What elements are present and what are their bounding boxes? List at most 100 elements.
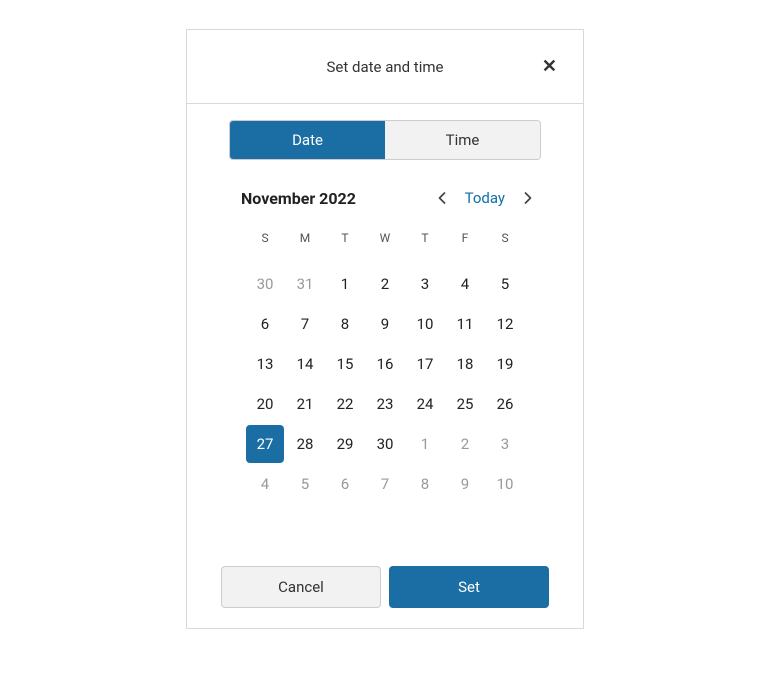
calendar-day[interactable]: 12: [485, 304, 525, 344]
calendar-day[interactable]: 10: [485, 464, 525, 504]
calendar-day[interactable]: 9: [445, 464, 485, 504]
dialog-footer: Cancel Set: [187, 560, 583, 628]
dialog-body: Date Time November 2022 Today SMTWTFS303…: [187, 104, 583, 560]
calendar-day[interactable]: 4: [445, 264, 485, 304]
calendar-day-label: 19: [486, 345, 524, 383]
calendar-day[interactable]: 8: [405, 464, 445, 504]
calendar-day-label: 30: [366, 425, 404, 463]
calendar-day[interactable]: 29: [325, 424, 365, 464]
calendar-day-label: 13: [246, 345, 284, 383]
calendar-day[interactable]: 4: [245, 464, 285, 504]
calendar-day-label: 20: [246, 385, 284, 423]
today-link[interactable]: Today: [465, 189, 505, 207]
calendar-day[interactable]: 5: [485, 264, 525, 304]
month-controls: Today: [433, 189, 537, 207]
calendar-day[interactable]: 30: [245, 264, 285, 304]
calendar-day[interactable]: 16: [365, 344, 405, 384]
calendar-day[interactable]: 5: [285, 464, 325, 504]
calendar-day[interactable]: 7: [365, 464, 405, 504]
calendar-day-label: 5: [486, 265, 524, 303]
calendar-day[interactable]: 25: [445, 384, 485, 424]
dow-header: S: [245, 224, 285, 252]
calendar-day[interactable]: 26: [485, 384, 525, 424]
calendar-day[interactable]: 18: [445, 344, 485, 384]
calendar-day[interactable]: 27: [245, 424, 285, 464]
calendar-day[interactable]: 9: [365, 304, 405, 344]
calendar-day-label: 3: [486, 425, 524, 463]
calendar-day-label: 31: [286, 265, 324, 303]
calendar-day[interactable]: 2: [445, 424, 485, 464]
calendar-day[interactable]: 10: [405, 304, 445, 344]
cancel-button[interactable]: Cancel: [221, 566, 381, 608]
calendar-day-label: 17: [406, 345, 444, 383]
calendar-day-label: 5: [286, 465, 324, 503]
dow-header: M: [285, 224, 325, 252]
calendar-grid: SMTWTFS303112345678910111213141516171819…: [245, 224, 525, 504]
dow-header: W: [365, 224, 405, 252]
tab-time[interactable]: Time: [385, 121, 540, 159]
calendar-day-label: 9: [366, 305, 404, 343]
calendar-day-label: 24: [406, 385, 444, 423]
calendar-day[interactable]: 23: [365, 384, 405, 424]
calendar-day[interactable]: 6: [325, 464, 365, 504]
calendar-day[interactable]: 21: [285, 384, 325, 424]
calendar-day-label: 27: [246, 425, 284, 463]
calendar-day[interactable]: 3: [405, 264, 445, 304]
calendar-day-label: 4: [246, 465, 284, 503]
calendar-day[interactable]: 3: [485, 424, 525, 464]
calendar-day[interactable]: 1: [405, 424, 445, 464]
dialog-header: Set date and time ✕: [187, 30, 583, 104]
set-button[interactable]: Set: [389, 566, 549, 608]
prev-month-button[interactable]: [433, 189, 451, 207]
calendar-day-label: 10: [406, 305, 444, 343]
calendar-day[interactable]: 31: [285, 264, 325, 304]
calendar-day-label: 6: [326, 465, 364, 503]
calendar-day-label: 11: [446, 305, 484, 343]
calendar-day-label: 8: [326, 305, 364, 343]
calendar-day[interactable]: 15: [325, 344, 365, 384]
month-label: November 2022: [241, 189, 356, 208]
calendar-day-label: 1: [406, 425, 444, 463]
calendar-day-label: 14: [286, 345, 324, 383]
dow-header: T: [405, 224, 445, 252]
calendar-day[interactable]: 20: [245, 384, 285, 424]
calendar-day[interactable]: 19: [485, 344, 525, 384]
calendar-day[interactable]: 30: [365, 424, 405, 464]
calendar-day-label: 4: [446, 265, 484, 303]
calendar-day-label: 28: [286, 425, 324, 463]
calendar-day[interactable]: 1: [325, 264, 365, 304]
calendar-day-label: 6: [246, 305, 284, 343]
calendar-day-label: 25: [446, 385, 484, 423]
calendar-day-label: 2: [446, 425, 484, 463]
calendar-day[interactable]: 28: [285, 424, 325, 464]
calendar-day-label: 2: [366, 265, 404, 303]
calendar-day[interactable]: 17: [405, 344, 445, 384]
calendar-day-label: 23: [366, 385, 404, 423]
calendar-day-label: 10: [486, 465, 524, 503]
close-button[interactable]: ✕: [542, 58, 557, 76]
calendar-day[interactable]: 11: [445, 304, 485, 344]
calendar-day[interactable]: 6: [245, 304, 285, 344]
dialog-title: Set date and time: [327, 58, 444, 76]
calendar-day[interactable]: 22: [325, 384, 365, 424]
calendar-day-label: 16: [366, 345, 404, 383]
calendar-day[interactable]: 13: [245, 344, 285, 384]
calendar-day[interactable]: 14: [285, 344, 325, 384]
chevron-left-icon: [438, 192, 446, 204]
dow-header: F: [445, 224, 485, 252]
calendar-day-label: 12: [486, 305, 524, 343]
dow-header: T: [325, 224, 365, 252]
calendar-day-label: 15: [326, 345, 364, 383]
calendar-day[interactable]: 7: [285, 304, 325, 344]
datetime-dialog: Set date and time ✕ Date Time November 2…: [186, 29, 584, 629]
calendar-day[interactable]: 8: [325, 304, 365, 344]
calendar-day-label: 22: [326, 385, 364, 423]
calendar-day-label: 1: [326, 265, 364, 303]
calendar-day-label: 3: [406, 265, 444, 303]
calendar-day-label: 29: [326, 425, 364, 463]
calendar-day[interactable]: 24: [405, 384, 445, 424]
tab-date[interactable]: Date: [230, 121, 385, 159]
calendar-day[interactable]: 2: [365, 264, 405, 304]
next-month-button[interactable]: [519, 189, 537, 207]
calendar-day-label: 7: [286, 305, 324, 343]
